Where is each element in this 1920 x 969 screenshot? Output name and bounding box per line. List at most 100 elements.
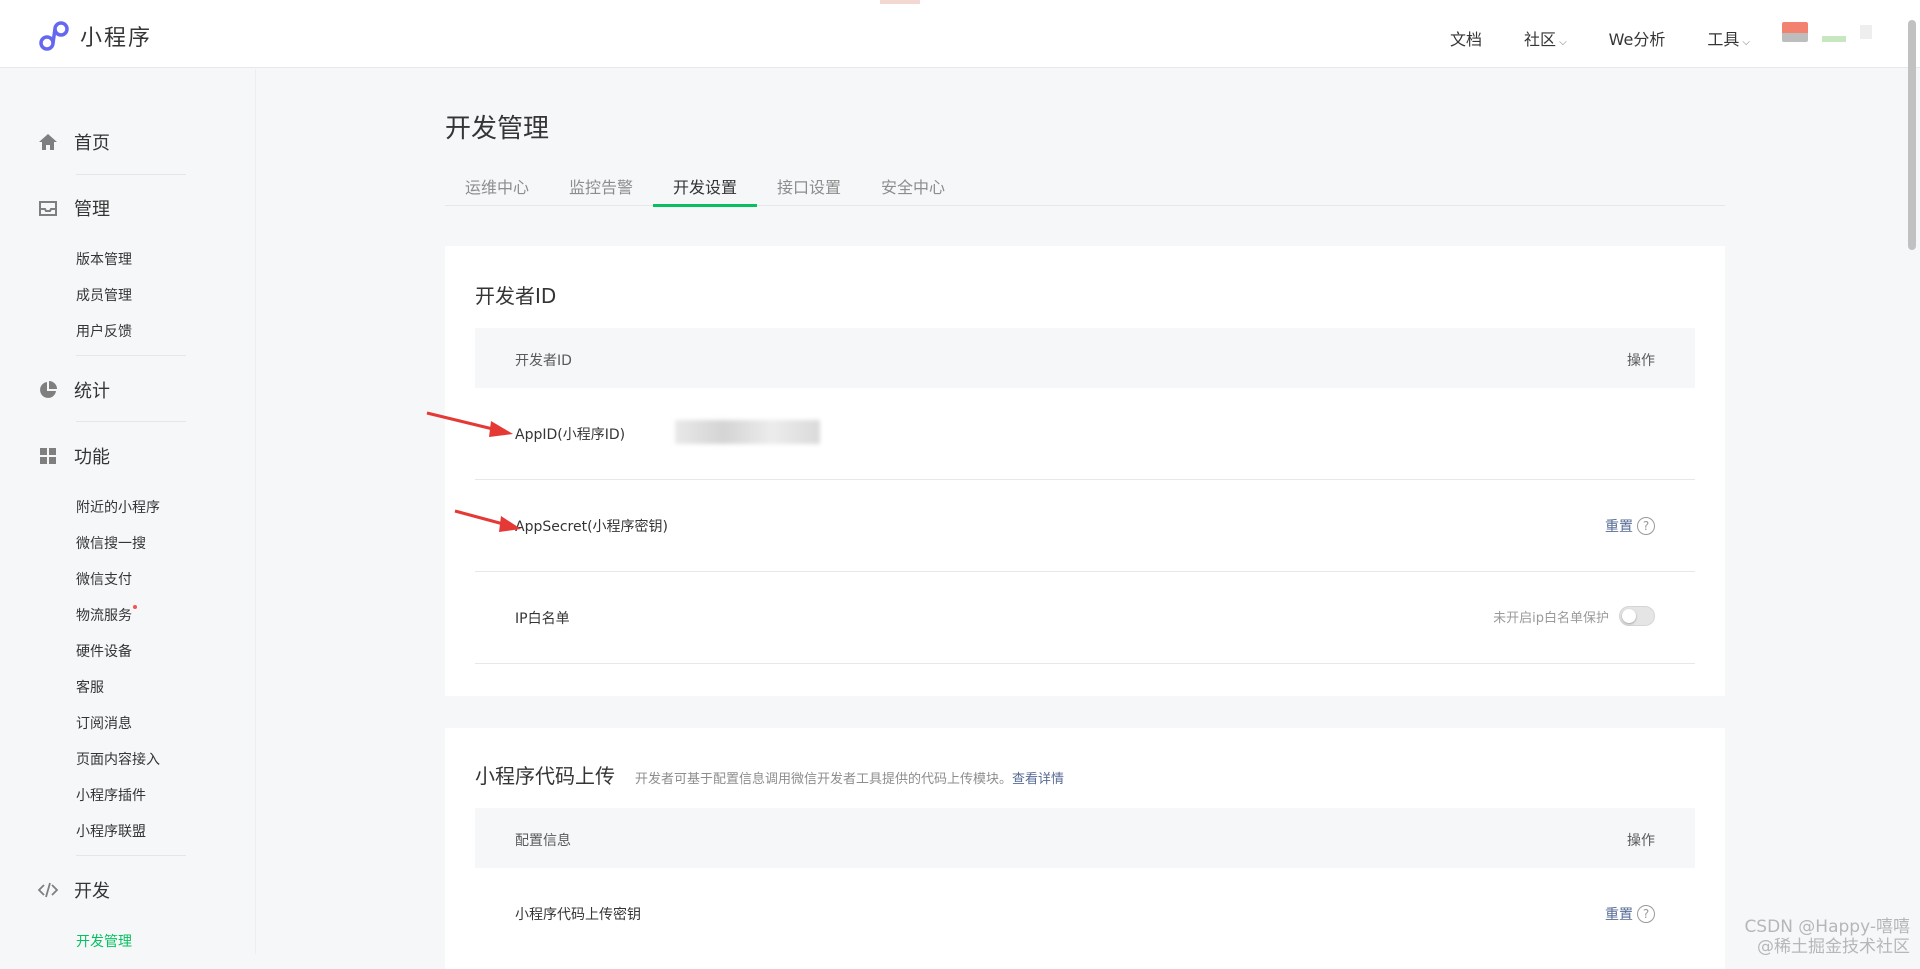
account-area[interactable] — [1782, 22, 1872, 42]
ip-whitelist-status-text: 未开启ip白名单保护 — [1493, 610, 1609, 626]
sidebar-item-wechat-pay[interactable]: 微信支付 — [76, 569, 132, 589]
new-badge — [133, 605, 137, 609]
account-extra-redacted — [1860, 25, 1872, 39]
active-tab-indicator — [653, 204, 757, 207]
sidebar-item-home[interactable]: 首页 — [38, 129, 110, 155]
nav-docs-label: 文档 — [1450, 30, 1483, 49]
appsecret-label: AppSecret(小程序密钥) — [515, 519, 669, 535]
code-icon — [38, 882, 58, 898]
divider — [76, 421, 186, 422]
tab-dev-settings[interactable]: 开发设置 — [673, 174, 737, 198]
sidebar-item-version-manage[interactable]: 版本管理 — [76, 249, 132, 269]
appsecret-reset: 重置 ? — [1605, 516, 1655, 536]
nav-we-analysis-label: We分析 — [1608, 30, 1666, 49]
ip-whitelist-label: IP白名单 — [515, 611, 570, 627]
appid-row: AppID(小程序ID) — [475, 388, 1695, 480]
sidebar-item-user-feedback[interactable]: 用户反馈 — [76, 321, 132, 341]
sidebar-item-customer-service[interactable]: 客服 — [76, 677, 104, 697]
help-icon[interactable]: ? — [1637, 905, 1655, 923]
watermark-line2: @稀土掘金技术社区 — [1757, 937, 1910, 957]
nav-community[interactable]: 社区 ⌵ — [1524, 26, 1567, 50]
code-upload-desc-text: 开发者可基于配置信息调用微信开发者工具提供的代码上传模块。 — [635, 772, 1013, 787]
sidebar-item-dev-label: 开发 — [74, 881, 110, 902]
annotation-arrow — [454, 509, 521, 532]
sidebar-item-features[interactable]: 功能 — [38, 443, 110, 469]
sidebar-item-logistics[interactable]: 物流服务 — [76, 605, 137, 625]
inbox-icon — [39, 201, 57, 216]
nav-tools-label: 工具 — [1707, 30, 1740, 49]
upload-key-row: 小程序代码上传密钥 重置 ? — [475, 868, 1695, 960]
tab-monitor-alert[interactable]: 监控告警 — [569, 174, 633, 198]
header-action: 操作 — [1627, 833, 1655, 849]
appid-value-redacted — [675, 420, 820, 444]
sidebar-item-member-manage[interactable]: 成员管理 — [76, 285, 132, 305]
annotation-arrow — [426, 411, 513, 437]
sidebar-item-hardware[interactable]: 硬件设备 — [76, 641, 132, 661]
top-indicator — [880, 0, 920, 4]
sidebar-item-plugins[interactable]: 小程序插件 — [76, 785, 146, 805]
top-nav: 文档 社区 ⌵ We分析 工具 ⌵ — [1450, 26, 1750, 50]
upload-key-reset-button[interactable]: 重置 — [1605, 904, 1633, 924]
sidebar-item-manage-label: 管理 — [74, 199, 110, 220]
upload-key-label: 小程序代码上传密钥 — [515, 907, 641, 923]
logo-text: 小程序 — [80, 26, 153, 51]
sidebar-item-alliance[interactable]: 小程序联盟 — [76, 821, 146, 841]
nav-tools[interactable]: 工具 ⌵ — [1707, 26, 1750, 50]
appid-label: AppID(小程序ID) — [515, 427, 626, 443]
tab-bar: 运维中心 监控告警 开发设置 接口设置 安全中心 — [445, 160, 1725, 207]
code-upload-card: 小程序代码上传 开发者可基于配置信息调用微信开发者工具提供的代码上传模块。查看详情… — [445, 728, 1725, 969]
sidebar-item-stats[interactable]: 统计 — [38, 377, 110, 403]
sidebar-item-wechat-search[interactable]: 微信搜一搜 — [76, 533, 146, 553]
code-upload-table-header: 配置信息 操作 — [475, 808, 1695, 868]
tab-security-center[interactable]: 安全中心 — [881, 174, 945, 198]
sidebar-item-dev-manage[interactable]: 开发管理 — [76, 931, 132, 951]
tab-api-settings[interactable]: 接口设置 — [777, 174, 841, 198]
divider — [76, 174, 186, 175]
nav-community-label: 社区 — [1524, 30, 1557, 49]
divider — [76, 355, 186, 356]
ip-whitelist-toggle[interactable] — [1619, 606, 1655, 626]
avatar[interactable] — [1782, 22, 1808, 42]
code-upload-title: 小程序代码上传 — [475, 764, 615, 788]
sidebar-item-logistics-label: 物流服务 — [76, 608, 132, 624]
ip-whitelist-row: IP白名单 未开启ip白名单保护 — [475, 572, 1695, 664]
code-upload-desc: 开发者可基于配置信息调用微信开发者工具提供的代码上传模块。查看详情 — [635, 772, 1064, 787]
logo[interactable]: 小程序 — [38, 20, 152, 52]
appsecret-row: AppSecret(小程序密钥) 重置 ? — [475, 480, 1695, 572]
ip-whitelist-status: 未开启ip白名单保护 — [1493, 606, 1655, 626]
sidebar-item-subscribe-msg[interactable]: 订阅消息 — [76, 713, 132, 733]
tab-ops-center[interactable]: 运维中心 — [465, 174, 529, 198]
divider — [76, 855, 186, 856]
developer-id-table-header: 开发者ID 操作 — [475, 328, 1695, 388]
home-icon — [39, 134, 57, 150]
upload-key-reset: 重置 ? — [1605, 904, 1655, 924]
sidebar-item-stats-label: 统计 — [74, 381, 110, 402]
account-name-redacted — [1822, 36, 1846, 42]
developer-id-title: 开发者ID — [475, 284, 557, 308]
sidebar-item-home-label: 首页 — [74, 133, 110, 154]
header-developer-id: 开发者ID — [515, 353, 572, 369]
sidebar-item-page-content[interactable]: 页面内容接入 — [76, 749, 160, 769]
chevron-down-icon: ⌵ — [1559, 37, 1567, 48]
sidebar-item-features-label: 功能 — [74, 447, 110, 468]
page-title: 开发管理 — [445, 114, 550, 144]
sidebar-item-nearby[interactable]: 附近的小程序 — [76, 497, 160, 517]
top-bar: 小程序 文档 社区 ⌵ We分析 工具 ⌵ — [0, 0, 1920, 68]
pie-chart-icon — [40, 381, 57, 398]
view-details-link[interactable]: 查看详情 — [1012, 772, 1064, 787]
header-config-info: 配置信息 — [515, 833, 571, 849]
grid-icon — [40, 448, 56, 464]
nav-docs[interactable]: 文档 — [1450, 26, 1482, 50]
sidebar: 首页 管理 版本管理 成员管理 用户反馈 统计 功能 附近的小程序 微信搜一搜 … — [0, 69, 256, 954]
header-action: 操作 — [1627, 353, 1655, 369]
code-upload-title-row: 小程序代码上传 开发者可基于配置信息调用微信开发者工具提供的代码上传模块。查看详情 — [475, 760, 1064, 789]
chevron-down-icon: ⌵ — [1742, 37, 1750, 48]
appsecret-reset-button[interactable]: 重置 — [1605, 516, 1633, 536]
watermark-line1: CSDN @Happy-嘻嘻 — [1744, 917, 1910, 937]
page-scrollbar[interactable] — [1908, 20, 1916, 250]
developer-id-card: 开发者ID 开发者ID 操作 AppID(小程序ID) AppSecret(小程… — [445, 246, 1725, 696]
nav-we-analysis[interactable]: We分析 — [1609, 26, 1666, 50]
sidebar-item-manage[interactable]: 管理 — [38, 195, 110, 221]
sidebar-item-dev[interactable]: 开发 — [38, 877, 110, 903]
help-icon[interactable]: ? — [1637, 517, 1655, 535]
